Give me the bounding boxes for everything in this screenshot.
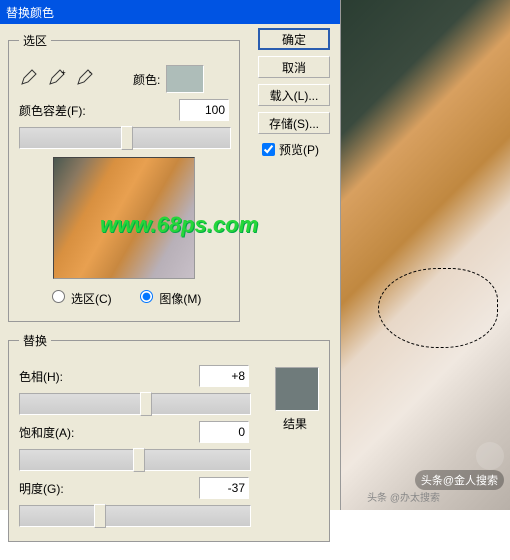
lightness-label: 明度(G): (19, 480, 64, 497)
color-swatch[interactable] (166, 65, 204, 93)
watermark-text-2: 头条@金人搜索 (415, 470, 504, 490)
eyedropper-icon[interactable] (19, 67, 39, 91)
fuzziness-input[interactable] (179, 99, 229, 121)
watermark-logo (476, 442, 504, 470)
fuzziness-label: 颜色容差(F): (19, 102, 86, 119)
button-column: 确定 取消 载入(L)... 存储(S)... 预览(P) (258, 28, 330, 159)
result-label: 结果 (283, 415, 307, 432)
lightness-input[interactable] (199, 477, 249, 499)
radio-selection[interactable] (52, 290, 65, 303)
replace-color-dialog: 替换颜色 确定 取消 载入(L)... 存储(S)... 预览(P) 选区 + … (0, 0, 341, 510)
hue-label: 色相(H): (19, 368, 63, 385)
svg-text:+: + (61, 68, 66, 77)
dialog-titlebar[interactable]: 替换颜色 (0, 0, 340, 24)
selection-legend: 选区 (19, 32, 51, 49)
selection-fieldset: 选区 + - 颜色: 颜色容差(F): 选区(C) 图像(M) (8, 32, 240, 322)
hue-input[interactable] (199, 365, 249, 387)
preview-label: 预览(P) (279, 141, 319, 158)
color-label: 颜色: (133, 71, 160, 88)
watermark-text-3: 头条 @办太搜索 (367, 489, 440, 504)
result-swatch[interactable] (275, 367, 319, 411)
preview-checkbox-row: 预览(P) (258, 140, 330, 159)
cancel-button[interactable]: 取消 (258, 56, 330, 78)
radio-image[interactable] (140, 290, 153, 303)
save-button[interactable]: 存储(S)... (258, 112, 330, 134)
lightness-slider[interactable] (19, 505, 251, 527)
selection-marquee (378, 268, 498, 348)
canvas-background-image (340, 0, 510, 510)
preview-checkbox[interactable] (262, 143, 275, 156)
eyedropper-add-icon[interactable]: + (47, 67, 67, 91)
replace-legend: 替换 (19, 332, 51, 349)
radio-selection-label[interactable]: 选区(C) (47, 292, 112, 306)
replace-fieldset: 替换 结果 色相(H): 饱和度(A): 明度(G): (8, 332, 330, 542)
eyedropper-subtract-icon[interactable]: - (75, 67, 95, 91)
watermark-text: www.68ps.com (100, 212, 258, 238)
dialog-title: 替换颜色 (6, 4, 54, 21)
ok-button[interactable]: 确定 (258, 28, 330, 50)
load-button[interactable]: 载入(L)... (258, 84, 330, 106)
saturation-input[interactable] (199, 421, 249, 443)
saturation-slider[interactable] (19, 449, 251, 471)
svg-text:-: - (89, 68, 92, 77)
hue-slider[interactable] (19, 393, 251, 415)
fuzziness-slider[interactable] (19, 127, 231, 149)
saturation-label: 饱和度(A): (19, 424, 74, 441)
radio-image-label[interactable]: 图像(M) (135, 292, 201, 306)
